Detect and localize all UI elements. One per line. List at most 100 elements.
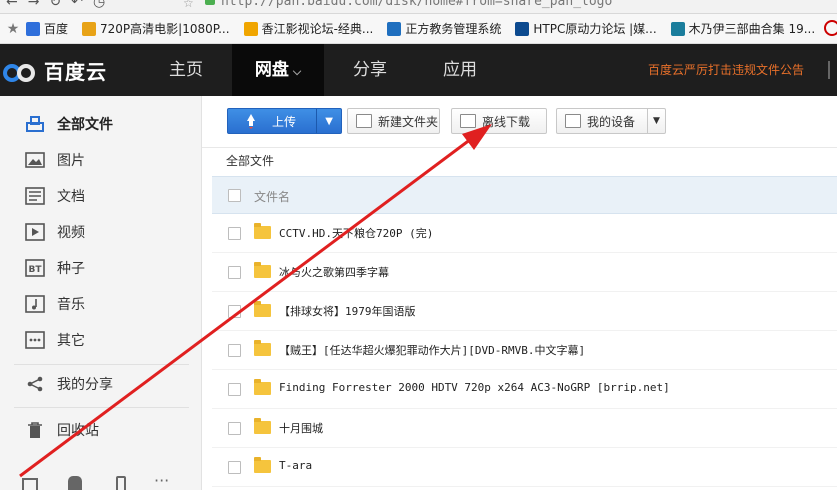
row-checkbox[interactable] — [228, 344, 241, 357]
image-icon — [24, 150, 46, 170]
refresh-icon[interactable]: ↻ — [49, 0, 61, 13]
folder-icon — [254, 379, 271, 395]
sidebar-item-label: 种子 — [57, 261, 85, 277]
sidebar-item-label: 视频 — [57, 225, 85, 241]
sidebar-item-all-files[interactable]: 全部文件 — [0, 106, 201, 142]
bookmark-label: 720P高清电影|1080P... — [100, 22, 230, 36]
file-row[interactable]: 冰与火之歌第四季字幕 — [212, 253, 837, 292]
sidebar-item-recycle-bin[interactable]: 回收站 — [0, 412, 201, 448]
chevron-down-icon[interactable]: ▼ — [317, 116, 341, 127]
file-list-icon — [24, 114, 46, 134]
sidebar-item-documents[interactable]: 文档 — [0, 178, 201, 214]
baidu-yun-logo[interactable]: 百度云 — [2, 56, 107, 85]
file-row[interactable]: Finding Forrester 2000 HDTV 720p x264 AC… — [212, 370, 837, 409]
upload-label: 上传 — [272, 114, 297, 129]
row-checkbox[interactable] — [228, 461, 241, 474]
file-row[interactable]: T-ara — [212, 448, 837, 487]
file-name-link[interactable]: 冰与火之歌第四季字幕 — [279, 264, 389, 280]
my-devices-button[interactable]: 我的设备 ▼ — [556, 108, 666, 134]
row-checkbox[interactable] — [228, 305, 241, 318]
undo-icon[interactable]: ↶ — [71, 0, 83, 13]
forward-icon[interactable]: → — [28, 0, 40, 13]
sidebar-item-music[interactable]: 音乐 — [0, 286, 201, 322]
row-checkbox[interactable] — [228, 422, 241, 435]
bookmark-item[interactable]: 百度 — [26, 20, 68, 37]
sidebar-item-label: 全部文件 — [57, 117, 113, 133]
tab-home[interactable]: 主页 — [140, 44, 232, 96]
file-name-link[interactable]: T-ara — [279, 459, 312, 472]
bookmark-star-icon[interactable]: ☆ — [183, 0, 194, 10]
sidebar-item-videos[interactable]: 视频 — [0, 214, 201, 250]
sidebar-item-label: 音乐 — [57, 297, 85, 313]
bookmark-item[interactable]: 720P高清电影|1080P... — [82, 20, 230, 37]
file-row[interactable]: 【排球女将】1979年国语版 — [212, 292, 837, 331]
ellipsis-icon[interactable]: ··· — [154, 473, 169, 489]
bookmarks-bar: ★ 百度 720P高清电影|1080P... 香江影视论坛-经典... 正方教务管理系… — [0, 14, 837, 44]
bookmark-item[interactable]: 正方教务管理系统 — [387, 20, 501, 37]
sidebar-item-images[interactable]: 图片 — [0, 142, 201, 178]
sidebar-item-label: 其它 — [57, 333, 85, 349]
bookmark-item[interactable]: 香江影视论坛-经典... — [243, 20, 374, 37]
sidebar-item-my-shares[interactable]: 我的分享 — [0, 366, 201, 402]
file-name-link[interactable]: CCTV.HD.天下粮仓720P (完) — [279, 225, 433, 241]
list-header: 文件名 — [212, 176, 837, 214]
sidebar-item-label: 文档 — [57, 189, 85, 205]
file-name-link[interactable]: Finding Forrester 2000 HDTV 720p x264 AC… — [279, 381, 670, 394]
logo-text: 百度云 — [44, 60, 107, 84]
breadcrumb[interactable]: 全部文件 — [226, 152, 274, 169]
file-row[interactable]: CCTV.HD.天下粮仓720P (完) — [212, 214, 837, 253]
file-name-link[interactable]: 十月围城 — [279, 420, 323, 436]
bt-torrent-icon: BT — [24, 258, 46, 278]
sidebar: 全部文件 图片 文档 视频 BT 种子 音乐 其它 我的分享 回收站 ··· — [0, 96, 202, 490]
nav-divider — [828, 61, 830, 79]
bookmark-item[interactable]: HTPC原动力论坛 |媒... — [515, 20, 657, 37]
bookmark-item[interactable]: 木乃伊三部曲合集 19... — [670, 20, 816, 37]
sidebar-item-other[interactable]: 其它 — [0, 322, 201, 358]
file-name-link[interactable]: 【贼王】[任达华超火爆犯罪动作大片][DVD-RMVB.中文字幕] — [279, 342, 585, 358]
bookmarks-star-icon[interactable]: ★ — [0, 21, 26, 37]
tab-netdisk[interactable]: 网盘 ⌵ — [232, 44, 324, 96]
offline-download-button[interactable]: 离线下载 — [451, 108, 547, 134]
row-checkbox[interactable] — [228, 383, 241, 396]
file-row[interactable]: 【贼王】[任达华超火爆犯罪动作大片][DVD-RMVB.中文字幕] — [212, 331, 837, 370]
folder-icon — [254, 262, 271, 278]
bookmark-label: 木乃伊三部曲合集 19... — [688, 22, 816, 36]
new-folder-button[interactable]: 新建文件夹 — [347, 108, 440, 134]
chevron-down-icon[interactable]: ▼ — [647, 109, 665, 133]
bookmark-favicon-icon — [515, 21, 530, 36]
back-icon[interactable]: ← — [6, 0, 18, 13]
phone-icon[interactable] — [116, 476, 126, 490]
select-all-checkbox[interactable] — [228, 189, 241, 202]
tab-apps[interactable]: 应用 — [414, 44, 506, 96]
history-icon[interactable]: ◷ — [93, 0, 105, 13]
file-name-link[interactable]: 【排球女将】1979年国语版 — [279, 303, 416, 319]
checkbox-icon[interactable] — [22, 478, 38, 490]
violation-notice-link[interactable]: 百度云严厉打击违规文件公告 — [648, 44, 804, 96]
row-checkbox[interactable] — [228, 227, 241, 240]
sidebar-item-label: 回收站 — [57, 423, 99, 439]
upload-main[interactable]: 上传 — [228, 109, 318, 133]
upload-button[interactable]: 上传 ▼ — [227, 108, 342, 134]
file-row[interactable]: 十月围城 — [212, 409, 837, 448]
bookmark-overflow-icon[interactable] — [824, 20, 837, 36]
row-checkbox[interactable] — [228, 266, 241, 279]
sidebar-divider — [14, 364, 189, 365]
video-icon — [24, 222, 46, 242]
music-icon — [24, 294, 46, 314]
column-filename[interactable]: 文件名 — [254, 188, 290, 205]
tab-share[interactable]: 分享 — [324, 44, 416, 96]
url-text[interactable]: http://pan.baidu.com/disk/home#from=shar… — [205, 0, 612, 9]
upload-rocket-icon — [247, 114, 255, 129]
address-bar[interactable]: ← → ↻ ↶ ◷ ☆ http://pan.baidu.com/disk/ho… — [0, 0, 837, 14]
bookmark-favicon-icon — [387, 21, 402, 36]
top-navigation: 百度云 主页 网盘 ⌵ 分享 应用 百度云严厉打击违规文件公告 — [0, 44, 837, 96]
sidebar-item-label: 图片 — [57, 153, 85, 169]
bookmark-label: 正方教务管理系统 — [405, 22, 502, 36]
svg-text:BT: BT — [29, 265, 43, 275]
android-icon[interactable] — [68, 476, 82, 490]
bookmark-favicon-icon — [670, 21, 685, 36]
toolbar: 上传 ▼ 新建文件夹 离线下载 我的设备 ▼ — [202, 96, 837, 148]
bookmark-label: 香江影视论坛-经典... — [261, 22, 374, 36]
sidebar-item-torrents[interactable]: BT 种子 — [0, 250, 201, 286]
device-icon — [565, 114, 581, 128]
